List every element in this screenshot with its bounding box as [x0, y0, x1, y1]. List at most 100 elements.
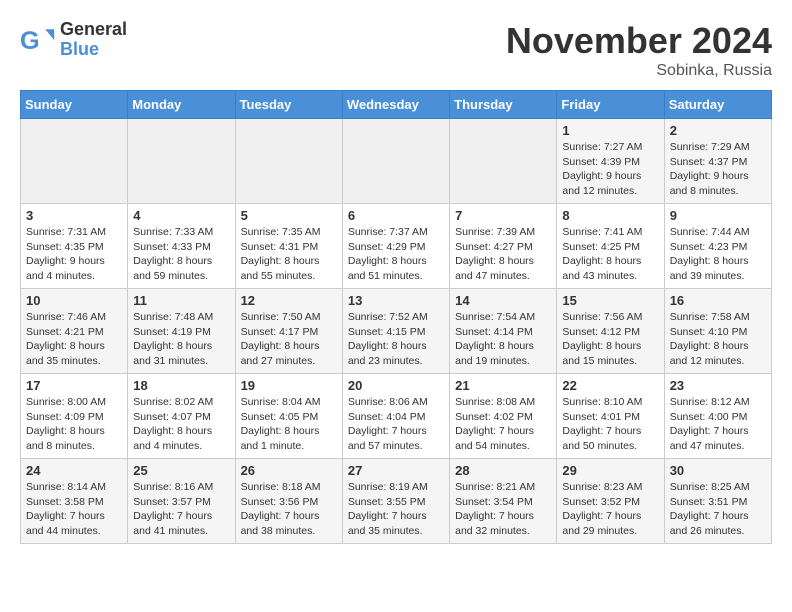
calendar-cell: 5 Sunrise: 7:35 AM Sunset: 4:31 PM Daylig…	[235, 204, 342, 289]
day-info: Sunrise: 8:12 AM Sunset: 4:00 PM Dayligh…	[670, 395, 766, 454]
calendar-cell: 4Sunrise: 7:33 AM Sunset: 4:33 PM Daylig…	[128, 204, 235, 289]
day-info: Sunrise: 8:14 AM Sunset: 3:58 PM Dayligh…	[26, 480, 122, 539]
calendar-cell: 16 Sunrise: 7:58 AM Sunset: 4:10 PM Dayli…	[664, 289, 771, 374]
calendar-cell: 3 Sunrise: 7:31 AM Sunset: 4:35 PM Daylig…	[21, 204, 128, 289]
calendar-week-row: 3 Sunrise: 7:31 AM Sunset: 4:35 PM Daylig…	[21, 204, 772, 289]
day-info: Sunrise: 8:04 AM Sunset: 4:05 PM Dayligh…	[241, 395, 337, 454]
calendar-cell	[342, 119, 449, 204]
calendar-week-row: 10Sunrise: 7:46 AM Sunset: 4:21 PM Dayli…	[21, 289, 772, 374]
weekday-header-tuesday: Tuesday	[235, 91, 342, 119]
day-number: 4	[133, 208, 229, 223]
day-number: 18	[133, 378, 229, 393]
day-number: 3	[26, 208, 122, 223]
logo: G General Blue	[20, 20, 127, 60]
page-header: G General Blue November 2024 Sobinka, Ru…	[20, 20, 772, 80]
day-info: Sunrise: 8:08 AM Sunset: 4:02 PM Dayligh…	[455, 395, 551, 454]
calendar-cell: 26 Sunrise: 8:18 AM Sunset: 3:56 PM Dayli…	[235, 459, 342, 544]
day-number: 16	[670, 293, 766, 308]
day-info: Sunrise: 7:52 AM Sunset: 4:15 PM Dayligh…	[348, 310, 444, 369]
calendar-cell: 12 Sunrise: 7:50 AM Sunset: 4:17 PM Dayli…	[235, 289, 342, 374]
day-number: 11	[133, 293, 229, 308]
weekday-header-sunday: Sunday	[21, 91, 128, 119]
weekday-header-monday: Monday	[128, 91, 235, 119]
calendar-cell: 27 Sunrise: 8:19 AM Sunset: 3:55 PM Dayli…	[342, 459, 449, 544]
day-info: Sunrise: 7:37 AM Sunset: 4:29 PM Dayligh…	[348, 225, 444, 284]
day-info: Sunrise: 7:44 AM Sunset: 4:23 PM Dayligh…	[670, 225, 766, 284]
day-info: Sunrise: 7:50 AM Sunset: 4:17 PM Dayligh…	[241, 310, 337, 369]
day-info: Sunrise: 7:48 AM Sunset: 4:19 PM Dayligh…	[133, 310, 229, 369]
calendar-cell: 2 Sunrise: 7:29 AM Sunset: 4:37 PM Daylig…	[664, 119, 771, 204]
calendar-cell: 10Sunrise: 7:46 AM Sunset: 4:21 PM Dayli…	[21, 289, 128, 374]
month-title: November 2024	[506, 20, 772, 62]
day-number: 27	[348, 463, 444, 478]
calendar-cell: 14 Sunrise: 7:54 AM Sunset: 4:14 PM Dayli…	[450, 289, 557, 374]
day-info: Sunrise: 8:10 AM Sunset: 4:01 PM Dayligh…	[562, 395, 658, 454]
weekday-header-friday: Friday	[557, 91, 664, 119]
day-number: 26	[241, 463, 337, 478]
day-info: Sunrise: 7:27 AM Sunset: 4:39 PM Dayligh…	[562, 140, 658, 199]
calendar-week-row: 17Sunrise: 8:00 AM Sunset: 4:09 PM Dayli…	[21, 374, 772, 459]
day-number: 29	[562, 463, 658, 478]
day-info: Sunrise: 7:58 AM Sunset: 4:10 PM Dayligh…	[670, 310, 766, 369]
day-info: Sunrise: 7:29 AM Sunset: 4:37 PM Dayligh…	[670, 140, 766, 199]
day-info: Sunrise: 7:54 AM Sunset: 4:14 PM Dayligh…	[455, 310, 551, 369]
day-info: Sunrise: 8:00 AM Sunset: 4:09 PM Dayligh…	[26, 395, 122, 454]
day-number: 22	[562, 378, 658, 393]
calendar-cell: 28 Sunrise: 8:21 AM Sunset: 3:54 PM Dayli…	[450, 459, 557, 544]
day-info: Sunrise: 7:41 AM Sunset: 4:25 PM Dayligh…	[562, 225, 658, 284]
calendar-table: SundayMondayTuesdayWednesdayThursdayFrid…	[20, 90, 772, 544]
day-number: 1	[562, 123, 658, 138]
day-number: 5	[241, 208, 337, 223]
day-number: 13	[348, 293, 444, 308]
day-number: 30	[670, 463, 766, 478]
day-info: Sunrise: 8:19 AM Sunset: 3:55 PM Dayligh…	[348, 480, 444, 539]
day-number: 20	[348, 378, 444, 393]
day-info: Sunrise: 8:25 AM Sunset: 3:51 PM Dayligh…	[670, 480, 766, 539]
day-number: 14	[455, 293, 551, 308]
calendar-cell: 1 Sunrise: 7:27 AM Sunset: 4:39 PM Daylig…	[557, 119, 664, 204]
title-block: November 2024 Sobinka, Russia	[506, 20, 772, 80]
calendar-cell: 18 Sunrise: 8:02 AM Sunset: 4:07 PM Dayli…	[128, 374, 235, 459]
day-number: 23	[670, 378, 766, 393]
weekday-header-thursday: Thursday	[450, 91, 557, 119]
day-info: Sunrise: 8:21 AM Sunset: 3:54 PM Dayligh…	[455, 480, 551, 539]
calendar-cell: 9 Sunrise: 7:44 AM Sunset: 4:23 PM Daylig…	[664, 204, 771, 289]
calendar-cell: 30 Sunrise: 8:25 AM Sunset: 3:51 PM Dayli…	[664, 459, 771, 544]
weekday-header-row: SundayMondayTuesdayWednesdayThursdayFrid…	[21, 91, 772, 119]
calendar-cell: 8 Sunrise: 7:41 AM Sunset: 4:25 PM Daylig…	[557, 204, 664, 289]
calendar-cell: 22 Sunrise: 8:10 AM Sunset: 4:01 PM Dayli…	[557, 374, 664, 459]
day-number: 28	[455, 463, 551, 478]
day-info: Sunrise: 8:02 AM Sunset: 4:07 PM Dayligh…	[133, 395, 229, 454]
day-number: 7	[455, 208, 551, 223]
location: Sobinka, Russia	[506, 62, 772, 80]
logo-blue-text: Blue	[60, 40, 127, 60]
day-number: 9	[670, 208, 766, 223]
day-info: Sunrise: 7:35 AM Sunset: 4:31 PM Dayligh…	[241, 225, 337, 284]
calendar-cell	[450, 119, 557, 204]
day-number: 21	[455, 378, 551, 393]
calendar-cell: 13 Sunrise: 7:52 AM Sunset: 4:15 PM Dayli…	[342, 289, 449, 374]
calendar-cell: 24Sunrise: 8:14 AM Sunset: 3:58 PM Dayli…	[21, 459, 128, 544]
day-info: Sunrise: 8:18 AM Sunset: 3:56 PM Dayligh…	[241, 480, 337, 539]
day-number: 8	[562, 208, 658, 223]
day-info: Sunrise: 8:16 AM Sunset: 3:57 PM Dayligh…	[133, 480, 229, 539]
day-number: 10	[26, 293, 122, 308]
calendar-week-row: 24Sunrise: 8:14 AM Sunset: 3:58 PM Dayli…	[21, 459, 772, 544]
day-info: Sunrise: 7:31 AM Sunset: 4:35 PM Dayligh…	[26, 225, 122, 284]
calendar-cell	[235, 119, 342, 204]
day-info: Sunrise: 7:39 AM Sunset: 4:27 PM Dayligh…	[455, 225, 551, 284]
day-number: 19	[241, 378, 337, 393]
calendar-cell	[128, 119, 235, 204]
day-number: 15	[562, 293, 658, 308]
calendar-cell: 20Sunrise: 8:06 AM Sunset: 4:04 PM Dayli…	[342, 374, 449, 459]
day-number: 2	[670, 123, 766, 138]
calendar-cell: 15 Sunrise: 7:56 AM Sunset: 4:12 PM Dayli…	[557, 289, 664, 374]
day-info: Sunrise: 7:56 AM Sunset: 4:12 PM Dayligh…	[562, 310, 658, 369]
day-info: Sunrise: 8:23 AM Sunset: 3:52 PM Dayligh…	[562, 480, 658, 539]
day-number: 25	[133, 463, 229, 478]
calendar-cell: 11 Sunrise: 7:48 AM Sunset: 4:19 PM Dayli…	[128, 289, 235, 374]
calendar-cell	[21, 119, 128, 204]
day-number: 12	[241, 293, 337, 308]
calendar-cell: 19 Sunrise: 8:04 AM Sunset: 4:05 PM Dayli…	[235, 374, 342, 459]
svg-text:G: G	[20, 27, 40, 55]
